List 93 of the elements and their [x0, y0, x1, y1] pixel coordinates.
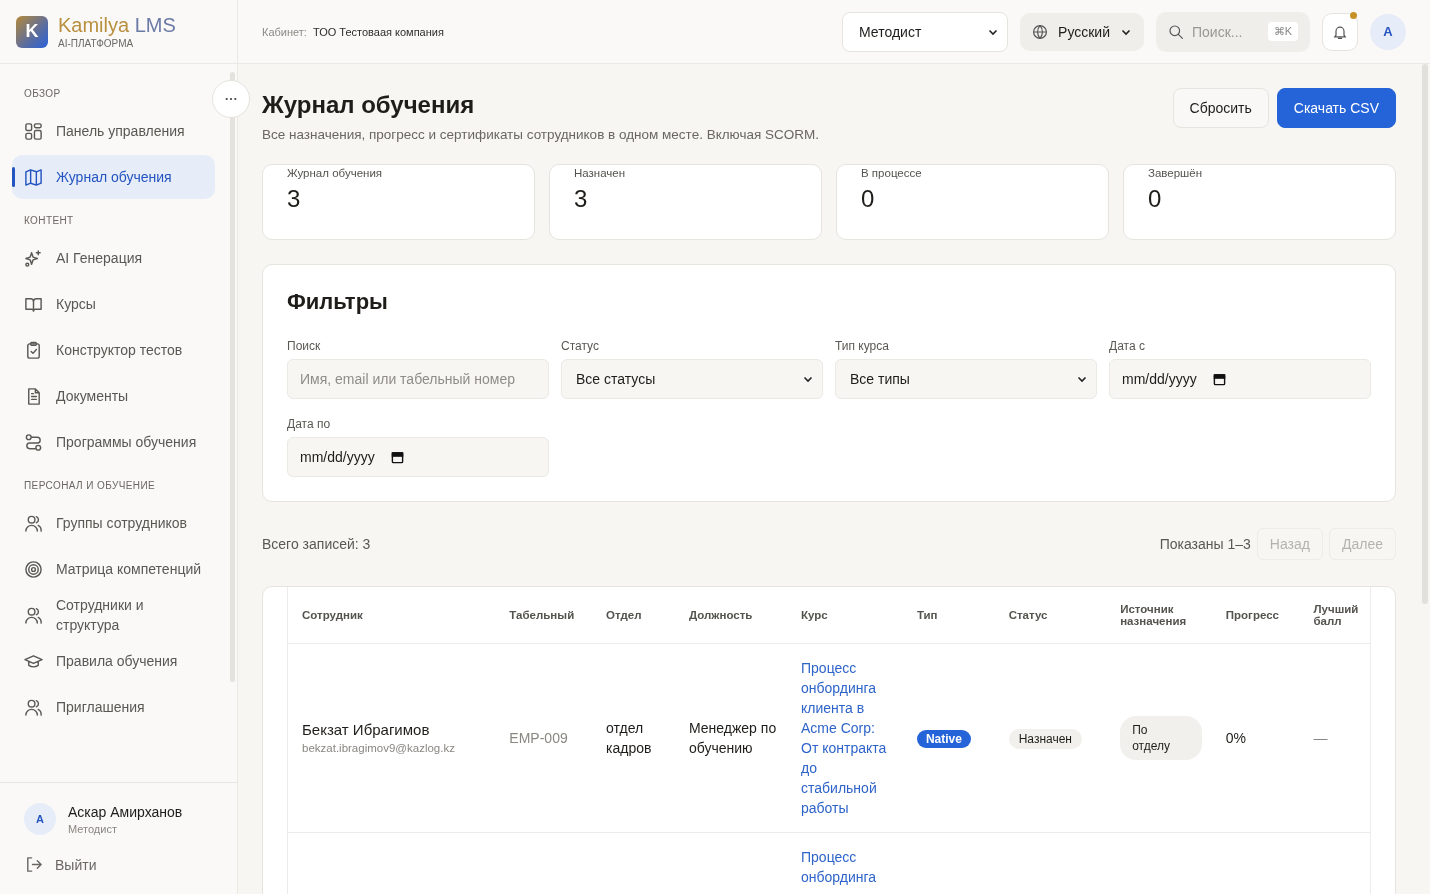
- date-field[interactable]: mm/dd/yyyy: [287, 437, 549, 477]
- clipboard-icon: [24, 340, 43, 360]
- route-icon: [24, 432, 43, 452]
- progress-value: 0%: [1225, 730, 1246, 746]
- ellipsis-icon: [225, 97, 237, 101]
- column-header: Статус: [994, 587, 1107, 644]
- scrollbar[interactable]: [230, 72, 235, 682]
- download-button[interactable]: Скачать CSV: [1276, 88, 1396, 128]
- nav-item[interactable]: Журнал обучения: [12, 155, 215, 199]
- reset-button[interactable]: Сбросить: [1172, 88, 1269, 128]
- notifications-button[interactable]: [1322, 12, 1358, 51]
- field-label: Дата по: [287, 417, 332, 431]
- logo: K: [16, 15, 48, 48]
- map-icon: [24, 167, 43, 187]
- nav-item[interactable]: Программы обучения: [12, 420, 215, 464]
- nav-item[interactable]: Документы: [12, 374, 215, 418]
- column-header: Курс: [787, 587, 903, 644]
- calendar-icon: [1212, 372, 1226, 386]
- nav-item[interactable]: Курсы: [12, 282, 215, 326]
- brand-name: Kamilya LMS: [58, 14, 176, 36]
- column-header: Прогресс: [1211, 587, 1300, 644]
- users-icon: [24, 605, 43, 625]
- role-select[interactable]: Методист: [842, 11, 1009, 52]
- nav-item[interactable]: Правила обучения: [12, 639, 215, 683]
- page-title: Журнал обучения: [262, 91, 476, 119]
- nav-item[interactable]: Панель управления: [12, 109, 215, 153]
- nav-item[interactable]: Конструктор тестов: [12, 328, 215, 372]
- stat-label: В процессе: [861, 167, 923, 179]
- employee-name: Бекзат Ибрагимов: [302, 720, 431, 740]
- nav-item[interactable]: AI Генерация: [12, 236, 215, 280]
- brand-tagline: AI-ПЛАТФОРМА: [58, 38, 135, 49]
- page-range: Показаны 1–3: [1159, 536, 1251, 552]
- dashboard-icon: [24, 121, 43, 141]
- search-icon: [1168, 23, 1184, 40]
- filters-title: Фильтры: [287, 289, 389, 315]
- search-input[interactable]: Имя, email или табельный номер: [287, 359, 549, 399]
- calendar-icon: [390, 450, 404, 464]
- stat-label: Завершён: [1148, 167, 1204, 179]
- globe-icon: [1032, 23, 1049, 40]
- stat-value: 0: [861, 185, 876, 213]
- field-label: Тип курса: [835, 339, 890, 353]
- stat-value: 0: [1148, 185, 1163, 213]
- section-title: ПЕРСОНАЛ И ОБУЧЕНИЕ: [23, 479, 157, 493]
- filter-select[interactable]: Все типы: [835, 359, 1097, 399]
- nav-item[interactable]: Приглашения: [12, 685, 215, 729]
- target-icon: [24, 559, 43, 579]
- language-select[interactable]: Русский: [1020, 12, 1144, 51]
- logout-icon: [24, 855, 43, 874]
- stat-value: 3: [574, 185, 589, 213]
- column-header: Табельный: [495, 587, 593, 644]
- user-role: Методист: [68, 822, 118, 835]
- stat-label: Назначен: [574, 167, 627, 179]
- type-badge: Native: [916, 729, 971, 748]
- filter-select[interactable]: Все статусы: [561, 359, 823, 399]
- cabinet-name: ТОО Тестоваая компания: [312, 25, 444, 38]
- date-field[interactable]: mm/dd/yyyy: [1109, 359, 1371, 399]
- more-button[interactable]: [212, 80, 250, 118]
- sparkle-icon: [24, 248, 43, 268]
- source-badge: По отделу: [1120, 716, 1202, 760]
- field-label: Статус: [561, 339, 600, 353]
- user-name: Аскар Амирханов: [68, 803, 183, 820]
- users-icon: [24, 697, 43, 717]
- cabinet-label: Кабинет:: [262, 25, 307, 38]
- scrollbar[interactable]: [1422, 64, 1428, 604]
- column-header: Отдел: [592, 587, 675, 644]
- logout-link[interactable]: Выйти: [0, 849, 237, 894]
- nav-item[interactable]: Группы сотрудников: [12, 501, 215, 545]
- stat-value: 3: [287, 185, 302, 213]
- column-header: Сотрудник: [287, 587, 496, 644]
- position: Менеджер по обучению: [689, 720, 777, 756]
- column-header: Должность: [675, 587, 787, 644]
- stat-label: Журнал обучения: [287, 167, 384, 179]
- record-count: Всего записей: 3: [262, 536, 371, 552]
- best-score: —: [1313, 730, 1328, 746]
- user-avatar: A: [24, 803, 56, 835]
- employee-id: EMP-009: [509, 730, 568, 746]
- column-header: Лучший балл: [1299, 587, 1371, 644]
- department: отдел кадров: [606, 720, 652, 756]
- status-badge: Назначен: [1008, 728, 1082, 749]
- column-header: Тип: [902, 587, 995, 644]
- page-subtitle: Все назначения, прогресс и сертификаты сотрудников в одном месте. Включая SCORM.: [262, 127, 819, 142]
- avatar-button[interactable]: A: [1370, 13, 1406, 50]
- course-link[interactable]: Процесс онбординга: [801, 847, 889, 887]
- nav-item[interactable]: Матрица компетенций: [12, 547, 215, 591]
- column-header: Источник назначения: [1106, 587, 1212, 644]
- field-label: Поиск: [287, 339, 322, 353]
- course-link[interactable]: Процесс онбординга клиента в Acme Corp: От контракта до стабильной работы: [801, 658, 889, 818]
- section-title: КОНТЕНТ: [23, 214, 75, 228]
- section-title: ОБЗОР: [23, 87, 62, 101]
- employee-email: bekzat.ibragimov9@kazlog.kz: [302, 741, 456, 756]
- field-label: Дата с: [1109, 339, 1146, 353]
- users-icon: [24, 513, 43, 533]
- nav-item[interactable]: Сотрудники и структура: [12, 593, 215, 637]
